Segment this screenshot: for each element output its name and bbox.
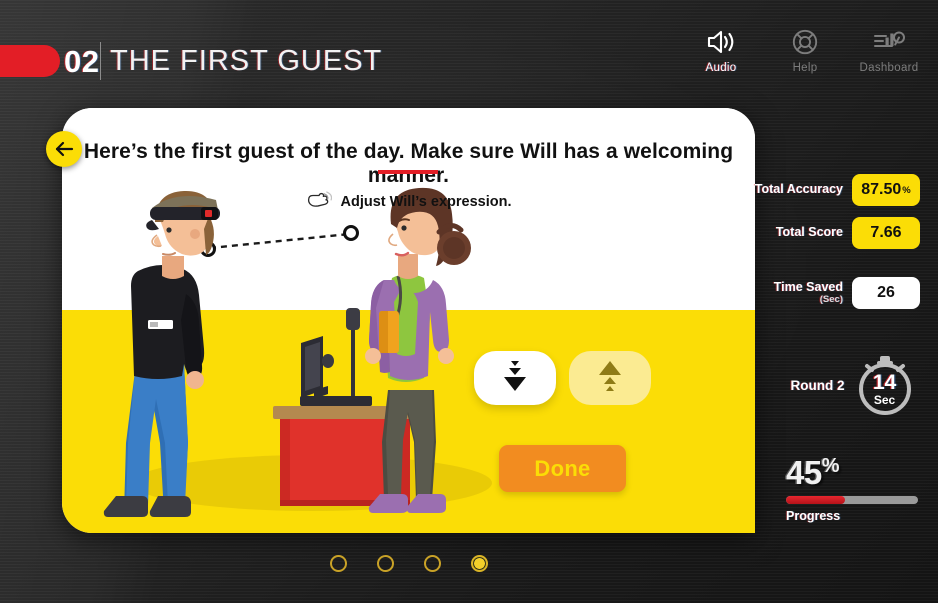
heading-underline-accent xyxy=(378,170,438,174)
stopwatch-icon: 14 Sec xyxy=(855,355,915,415)
progress-bar-track xyxy=(786,496,918,504)
stat-total-accuracy: Total Accuracy 87.50% xyxy=(755,174,920,206)
triple-chevron-down-icon xyxy=(500,359,530,398)
stat-time-saved: Time Saved (Sec) 26 xyxy=(774,277,920,309)
pointing-hand-icon xyxy=(306,190,332,213)
pagination xyxy=(62,555,755,572)
progress-percent-number: 45 xyxy=(786,454,822,491)
expression-increase-button[interactable] xyxy=(569,351,651,405)
stat-total-accuracy-label: Total Accuracy xyxy=(754,182,843,197)
stat-time-saved-title: Time Saved xyxy=(773,280,843,295)
instruction-row: Adjust Will’s expression. xyxy=(62,190,755,213)
triple-chevron-up-icon xyxy=(595,359,625,398)
page-title: THE FIRST GUEST xyxy=(110,45,383,77)
timer-unit: Sec xyxy=(873,393,896,407)
stat-total-score-value: 7.66 xyxy=(852,217,920,249)
tool-dashboard-label: Dashboard xyxy=(859,62,919,74)
header-red-tab xyxy=(0,45,60,77)
pagination-dot[interactable] xyxy=(376,555,394,572)
stopwatch-face: 14 Sec xyxy=(858,363,911,415)
progress-percent: 45% xyxy=(786,456,921,489)
header-divider xyxy=(100,42,101,80)
progress-percent-suffix: % xyxy=(821,455,840,477)
app-screen: 02 THE FIRST GUEST Audio Help Dashboard … xyxy=(0,0,938,603)
round-indicator: Round 2 14 Sec xyxy=(791,355,915,415)
progress-bar-fill xyxy=(786,496,846,504)
round-label: Round 2 xyxy=(790,377,845,393)
header-toolbar: Audio Help Dashboard xyxy=(692,26,918,74)
stat-total-score-label: Total Score xyxy=(775,225,843,240)
pagination-dot[interactable] xyxy=(329,555,347,572)
card-heading: Here’s the first guest of the day. Make … xyxy=(83,140,734,187)
stat-total-accuracy-number: 87.50 xyxy=(861,181,902,198)
module-number: 02 xyxy=(64,44,100,79)
expression-decrease-button[interactable] xyxy=(474,351,556,405)
stat-time-saved-unit: (Sec) xyxy=(819,293,843,305)
content-card: Here’s the first guest of the day. Make … xyxy=(62,108,755,533)
dashboard-chart-icon xyxy=(872,26,906,58)
stat-total-accuracy-suffix: % xyxy=(902,184,911,196)
done-button-label: Done xyxy=(534,455,591,481)
stat-total-score: Total Score 7.66 xyxy=(776,217,920,249)
tool-audio-label: Audio xyxy=(705,62,737,74)
arrow-left-icon xyxy=(55,141,74,157)
tool-help-label: Help xyxy=(792,62,818,74)
pagination-dot[interactable] xyxy=(423,555,441,572)
tool-dashboard[interactable]: Dashboard xyxy=(860,26,918,74)
timer-value: 14 xyxy=(872,371,897,394)
instruction-text: Adjust Will’s expression. xyxy=(340,193,512,210)
progress-section: 45% Progress xyxy=(786,456,921,523)
tool-help[interactable]: Help xyxy=(776,26,834,74)
speaker-icon xyxy=(706,26,736,58)
stat-time-saved-label: Time Saved (Sec) xyxy=(774,281,843,304)
done-button[interactable]: Done xyxy=(499,445,626,492)
tool-audio[interactable]: Audio xyxy=(692,26,750,74)
progress-label: Progress xyxy=(786,509,841,523)
stat-total-accuracy-value: 87.50% xyxy=(852,174,920,206)
pagination-dot-active[interactable] xyxy=(470,555,488,572)
stat-time-saved-value: 26 xyxy=(852,277,920,309)
life-ring-icon xyxy=(790,26,820,58)
back-button[interactable] xyxy=(46,131,82,167)
